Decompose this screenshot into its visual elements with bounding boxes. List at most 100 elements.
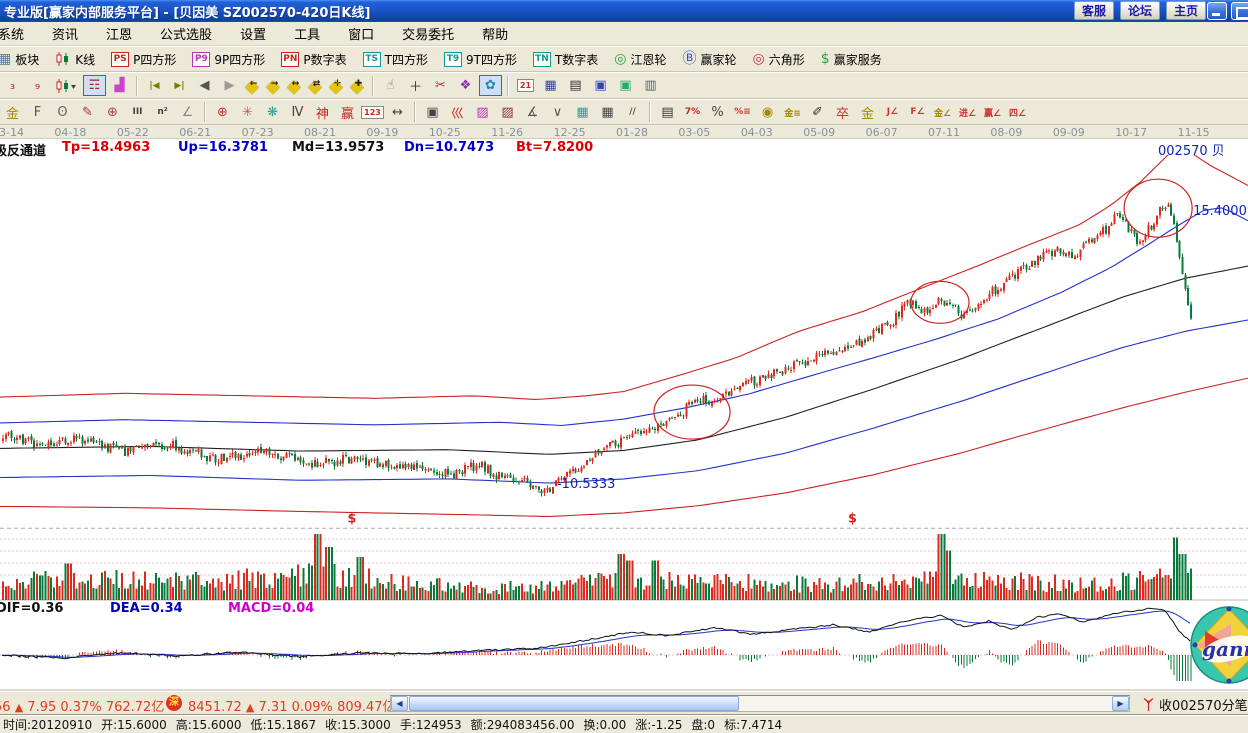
calculator-icon[interactable]: ▦: [539, 75, 562, 96]
pencil-flag-icon[interactable]: ✎: [76, 102, 99, 123]
notes-icon[interactable]: ▤: [564, 75, 587, 96]
menu-item-6[interactable]: 窗口: [334, 22, 388, 45]
menu-item-8[interactable]: 帮助: [468, 22, 522, 45]
menu-item-7[interactable]: 交易委托: [388, 22, 468, 45]
scroll-thumb[interactable]: [409, 696, 739, 711]
v-lines-icon[interactable]: ∨: [546, 102, 569, 123]
j-angle-icon[interactable]: J∠: [881, 102, 904, 123]
first-page-icon[interactable]: |◀: [143, 75, 166, 96]
t-number-table-button[interactable]: TNT数字表: [525, 51, 606, 68]
f-grid-icon[interactable]: F: [26, 102, 49, 123]
scroll-left-button[interactable]: ◀: [391, 696, 408, 711]
menu-item-4[interactable]: 设置: [226, 22, 280, 45]
stamp-icon[interactable]: ❖: [454, 75, 477, 96]
homepage-button[interactable]: 主页: [1166, 1, 1206, 20]
pattern-flag-icon[interactable]: ☶: [83, 75, 106, 96]
p-square-button[interactable]: PSP四方形: [103, 51, 184, 68]
diagonal-lines-icon[interactable]: //: [621, 102, 644, 123]
compress-icon[interactable]: ⇄: [306, 76, 325, 95]
cut-icon[interactable]: ✂: [429, 75, 452, 96]
circle-cross-icon[interactable]: ⊕: [211, 102, 234, 123]
step-forward-icon[interactable]: ▶: [218, 75, 241, 96]
f-angle-icon[interactable]: F∠: [906, 102, 929, 123]
p-number-table-button[interactable]: PNP数字表: [273, 51, 354, 68]
fan-lines-icon[interactable]: 巛: [446, 102, 469, 123]
list-levels-icon[interactable]: ▤: [656, 102, 679, 123]
brush-icon[interactable]: ✐: [806, 102, 829, 123]
spiral-icon[interactable]: ʘ: [51, 102, 74, 123]
t9-square-button[interactable]: T99T四方形: [436, 51, 525, 68]
box-tool-icon[interactable]: ▣: [421, 102, 444, 123]
customer-service-button[interactable]: 客服: [1074, 1, 1114, 20]
dark-grid-icon[interactable]: ▨: [496, 102, 519, 123]
menu-item-2[interactable]: 江恩: [92, 22, 146, 45]
t-square-button[interactable]: TST四方形: [355, 51, 436, 68]
gann-wheel-button[interactable]: ◎江恩轮: [606, 51, 674, 68]
vertical-lines-icon[interactable]: ⅠⅠⅠ: [126, 102, 149, 123]
gold-lines-icon[interactable]: 金≡: [781, 102, 804, 123]
archive-icon[interactable]: ▥: [639, 75, 662, 96]
angle-ruler-icon[interactable]: ∠: [176, 102, 199, 123]
shift-right-icon[interactable]: →: [264, 76, 283, 95]
gold-angle-icon[interactable]: 金∠: [931, 102, 954, 123]
p-square-icon: PS: [111, 52, 129, 67]
save-icon[interactable]: ▣: [589, 75, 612, 96]
minimize-button[interactable]: [1207, 2, 1227, 20]
web-grid-icon[interactable]: ❋: [261, 102, 284, 123]
n-square-icon[interactable]: n²: [151, 102, 174, 123]
p9-square-button[interactable]: P99P四方形: [184, 51, 273, 68]
candle-style-icon[interactable]: [51, 75, 81, 96]
hand-icon[interactable]: ☝: [379, 75, 402, 96]
up-arrow-icon: ▲: [15, 701, 23, 714]
step-back-icon[interactable]: ◀: [193, 75, 216, 96]
gold-circle-icon[interactable]: ◉: [756, 102, 779, 123]
kline-9-icon[interactable]: ₉: [26, 75, 49, 96]
menu-item-1[interactable]: 资讯: [38, 22, 92, 45]
ruler-123-icon[interactable]: 123: [361, 102, 384, 123]
two-angle-icon[interactable]: ∡: [521, 102, 544, 123]
gold-grid-icon[interactable]: 金: [1, 102, 24, 123]
magenta-grid-icon[interactable]: ▨: [471, 102, 494, 123]
winner-wheel-button[interactable]: Ⓑ赢家轮: [675, 51, 745, 68]
shenzhen-badge: 深: [166, 695, 182, 711]
h-arrows-icon[interactable]: ↔: [386, 102, 409, 123]
pct-lines-icon[interactable]: %≡: [731, 102, 754, 123]
jin-angle-icon[interactable]: 进∠: [956, 102, 979, 123]
forum-button[interactable]: 论坛: [1120, 1, 1160, 20]
pattern-select-icon[interactable]: ✿: [479, 75, 502, 96]
si-angle-icon[interactable]: 四∠: [1006, 102, 1029, 123]
seven-pct-icon[interactable]: 7%: [681, 102, 704, 123]
center-icon[interactable]: ✛: [327, 76, 346, 95]
teal-grid-icon[interactable]: ▦: [571, 102, 594, 123]
maximize-button[interactable]: [1231, 2, 1248, 20]
menu-item-3[interactable]: 公式选股: [146, 22, 226, 45]
menu-item-0[interactable]: 系统: [0, 22, 38, 45]
ying-grid-icon[interactable]: 赢: [336, 102, 359, 123]
zu-grid-icon[interactable]: 卒: [831, 102, 854, 123]
kline-3-icon[interactable]: ₃: [1, 75, 24, 96]
star-web-icon[interactable]: ✳: [236, 102, 259, 123]
cross-target-icon[interactable]: ✚: [348, 76, 367, 95]
last-page-icon[interactable]: ▶|: [168, 75, 191, 96]
shen-grid-icon[interactable]: 神: [311, 102, 334, 123]
ying-angle-icon[interactable]: 赢∠: [981, 102, 1004, 123]
gann-circle-icon[interactable]: ⊕: [101, 102, 124, 123]
winner-service-button[interactable]: $赢家服务: [813, 51, 890, 68]
kline-chart-canvas[interactable]: $$: [0, 139, 1248, 691]
pct-icon[interactable]: %: [706, 102, 729, 123]
expand-icon[interactable]: ↔: [285, 76, 304, 95]
calendar-icon[interactable]: 21: [514, 75, 537, 96]
kline-button[interactable]: K线: [47, 51, 103, 68]
crosshair-icon[interactable]: ＋: [404, 75, 427, 96]
scroll-right-button[interactable]: ▶: [1112, 696, 1129, 711]
shift-left-icon[interactable]: ←: [243, 76, 262, 95]
menu-item-5[interactable]: 工具: [280, 22, 334, 45]
k-mark-icon[interactable]: Ⅳ: [286, 102, 309, 123]
color-chart-icon[interactable]: ▟: [108, 75, 131, 96]
horizontal-scrollbar[interactable]: ◀ ▶: [390, 695, 1130, 712]
hexagon-button[interactable]: ◎六角形: [745, 51, 813, 68]
black-grid-icon[interactable]: ▦: [596, 102, 619, 123]
save-as-icon[interactable]: ▣: [614, 75, 637, 96]
sector-button[interactable]: ▦板块: [0, 51, 47, 68]
gold2-grid-icon[interactable]: 金: [856, 102, 879, 123]
